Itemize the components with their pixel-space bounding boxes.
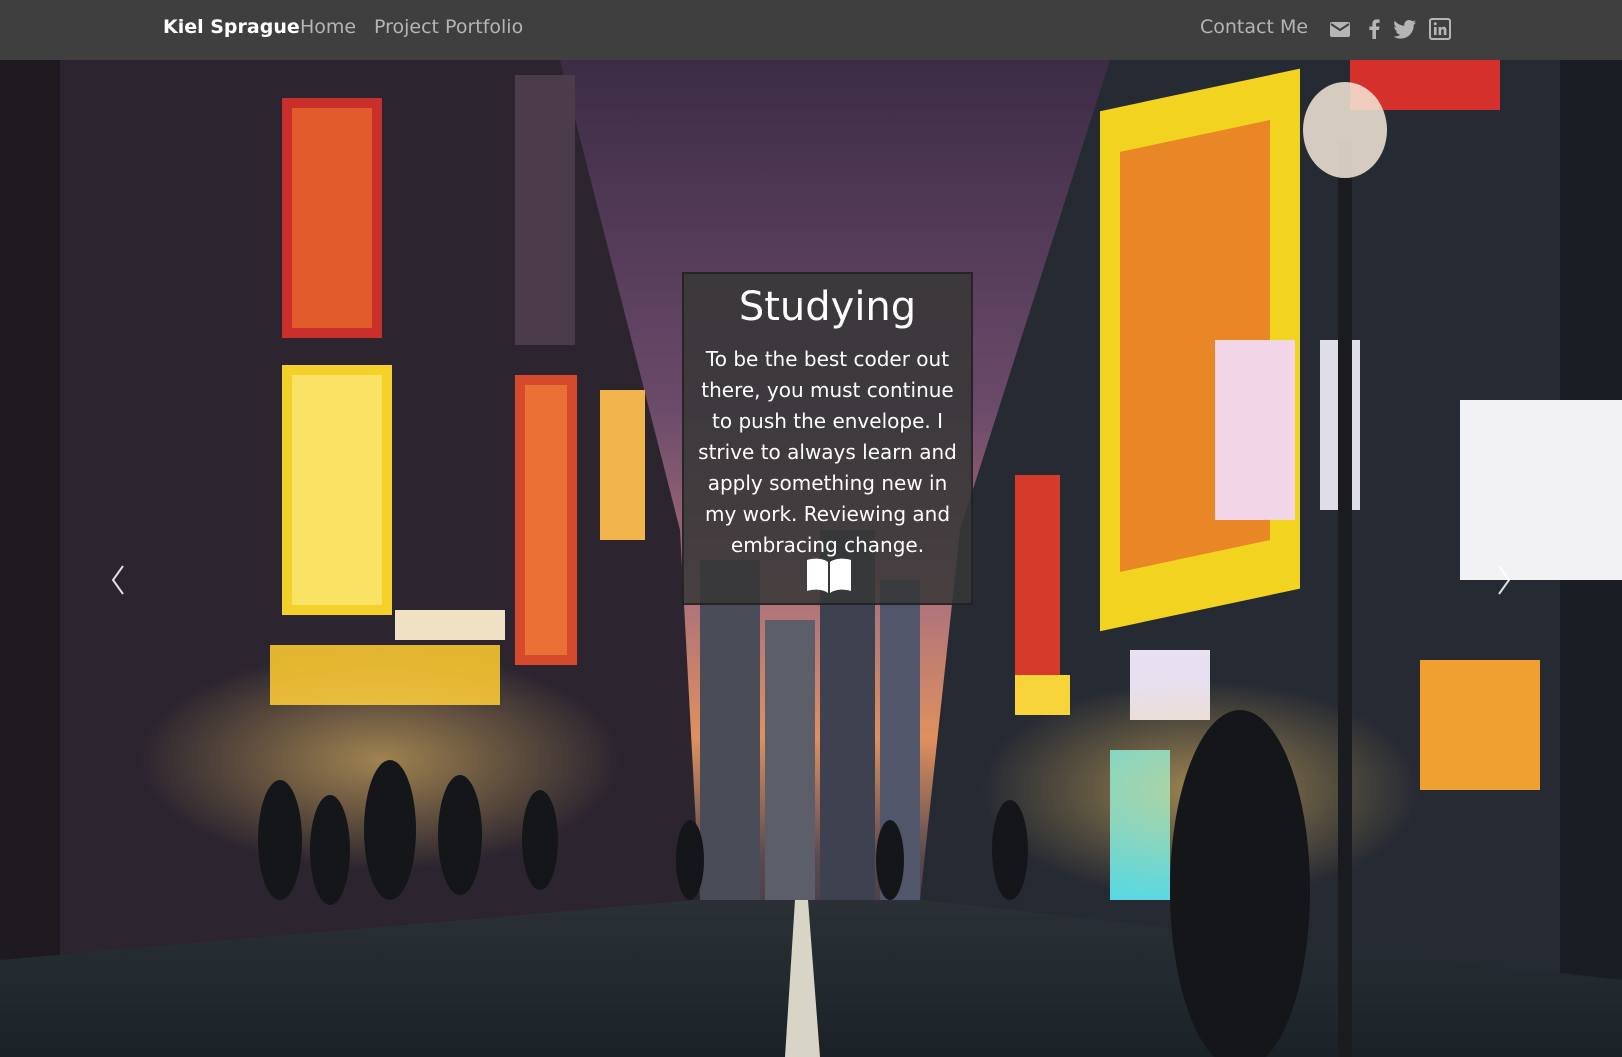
slide-text: To be the best coder out there, you must… xyxy=(698,347,957,557)
hero-carousel: Studying To be the best coder out there,… xyxy=(0,60,1622,1057)
carousel-prev-button[interactable] xyxy=(88,540,148,620)
book-open-icon xyxy=(804,555,854,595)
linkedin-icon[interactable] xyxy=(1428,17,1452,41)
slide-caption: Studying To be the best coder out there,… xyxy=(682,272,973,605)
nav-portfolio-link[interactable]: Project Portfolio xyxy=(374,16,523,38)
slide-title: Studying xyxy=(738,284,917,330)
carousel-next-button[interactable] xyxy=(1474,540,1534,620)
top-navbar: Kiel Sprague Home Project Portfolio Cont… xyxy=(0,0,1622,60)
chevron-right-icon xyxy=(1498,565,1511,595)
twitter-icon[interactable] xyxy=(1393,17,1417,41)
brand-link[interactable]: Kiel Sprague xyxy=(163,16,300,38)
nav-home-link[interactable]: Home xyxy=(300,16,356,38)
nav-contact-link[interactable]: Contact Me xyxy=(1200,16,1308,38)
chevron-left-icon xyxy=(111,565,124,595)
envelope-icon[interactable] xyxy=(1328,17,1352,41)
facebook-icon[interactable] xyxy=(1362,17,1386,41)
